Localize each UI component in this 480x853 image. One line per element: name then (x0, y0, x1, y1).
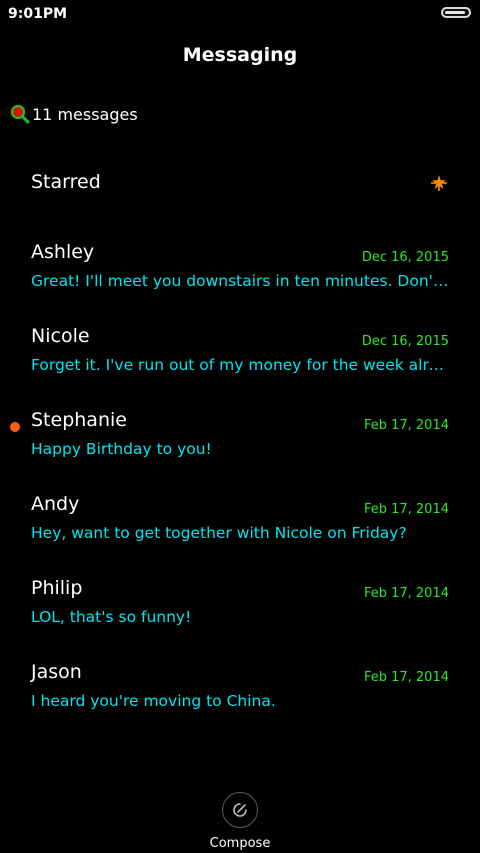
search-summary[interactable]: 11 messages (10, 102, 138, 126)
message-date: Dec 16, 2015 (361, 250, 449, 265)
starred-folder[interactable]: Starred (0, 162, 480, 204)
message-snippet: Happy Birthday to you! (31, 440, 212, 458)
compose-circle[interactable] (222, 792, 258, 828)
message-date: Feb 17, 2014 (363, 418, 449, 433)
conversation-list: Ashley Dec 16, 2015 Great! I'll meet you d… (0, 236, 480, 740)
conversation-item[interactable]: Jason Feb 17, 2014 I heard you're moving t… (0, 656, 480, 740)
message-snippet: I heard you're moving to China. (31, 692, 276, 710)
message-date: Feb 17, 2014 (363, 670, 449, 685)
conversation-item[interactable]: Philip Feb 17, 2014 LOL, that's so funny! (0, 572, 480, 656)
compose-label: Compose (209, 836, 271, 851)
battery-icon (441, 7, 471, 18)
conversation-item[interactable]: Nicole Dec 16, 2015 Forget it. I've run ou… (0, 320, 480, 404)
contact-name: Andy (31, 493, 80, 515)
battery-level (445, 11, 465, 14)
message-snippet: LOL, that's so funny! (31, 608, 192, 626)
conversation-item[interactable]: Ashley Dec 16, 2015 Great! I'll meet you d… (0, 236, 480, 320)
compose-icon (233, 803, 247, 817)
message-snippet: Great! I'll meet you downstairs in ten m… (31, 272, 449, 290)
message-date: Dec 16, 2015 (361, 334, 449, 349)
star-icon (431, 175, 447, 191)
conversation-item[interactable]: Stephanie Feb 17, 2014 Happy Birthday to y… (0, 404, 480, 488)
message-date: Feb 17, 2014 (363, 502, 449, 517)
page-title: Messaging (182, 44, 298, 66)
contact-name: Stephanie (31, 409, 127, 431)
contact-name: Nicole (31, 325, 90, 347)
contact-name: Philip (31, 577, 83, 599)
starred-label: Starred (31, 171, 101, 193)
message-snippet: Forget it. I've run out of my money for … (31, 356, 449, 374)
contact-name: Ashley (31, 241, 95, 263)
search-icon[interactable] (10, 104, 30, 124)
message-snippet: Hey, want to get together with Nicole on… (31, 524, 407, 542)
message-date: Feb 17, 2014 (363, 586, 449, 601)
status-bar: 9:01PM (0, 0, 480, 28)
conversation-item[interactable]: Andy Feb 17, 2014 Hey, want to get togethe… (0, 488, 480, 572)
compose-button[interactable]: Compose (190, 792, 290, 851)
status-time: 9:01PM (8, 6, 68, 22)
contact-name: Jason (31, 661, 82, 683)
message-count: 11 messages (32, 104, 138, 124)
unread-indicator (10, 422, 20, 432)
